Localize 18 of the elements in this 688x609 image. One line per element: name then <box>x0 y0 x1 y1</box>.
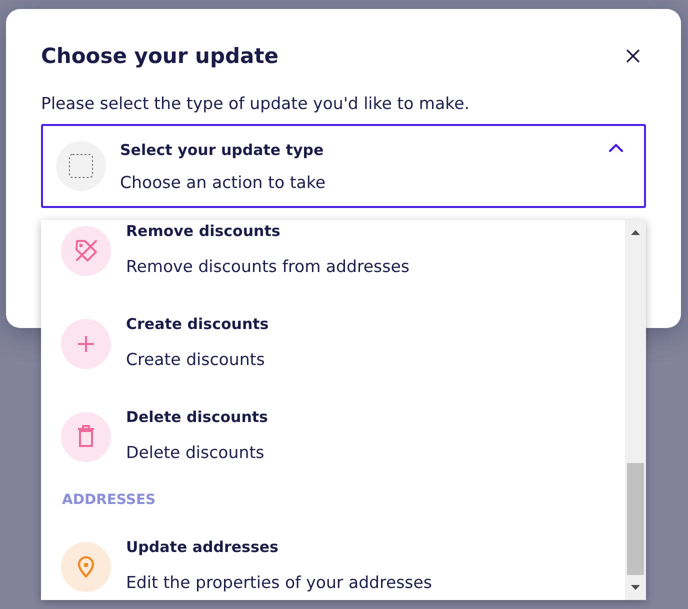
scroll-up-icon[interactable] <box>631 230 640 235</box>
placeholder-icon <box>56 141 106 191</box>
trash-icon <box>61 412 111 462</box>
close-button[interactable] <box>625 48 641 64</box>
scrollbar-thumb[interactable] <box>627 463 644 575</box>
tag-slash-icon <box>61 226 111 276</box>
dialog-title: Choose your update <box>41 43 278 70</box>
select-field[interactable]: Select your update type Choose an action to take <box>41 124 646 208</box>
plus-icon <box>61 319 111 369</box>
option-item[interactable]: Update addresses Edit the properties of your addresses <box>41 525 625 600</box>
option-item[interactable]: Create discounts Create discounts <box>41 302 625 395</box>
map-pin-icon <box>61 542 111 592</box>
dialog-description: Please select the type of update you'd like to make. <box>41 94 470 114</box>
close-icon <box>625 48 641 64</box>
scroll-down-icon[interactable] <box>631 585 640 590</box>
section-heading: ADDRESSES <box>61 491 157 510</box>
option-item[interactable]: Remove discounts Remove discounts from addresses <box>41 220 625 302</box>
option-item[interactable]: Delete discounts Delete discounts <box>41 395 625 488</box>
